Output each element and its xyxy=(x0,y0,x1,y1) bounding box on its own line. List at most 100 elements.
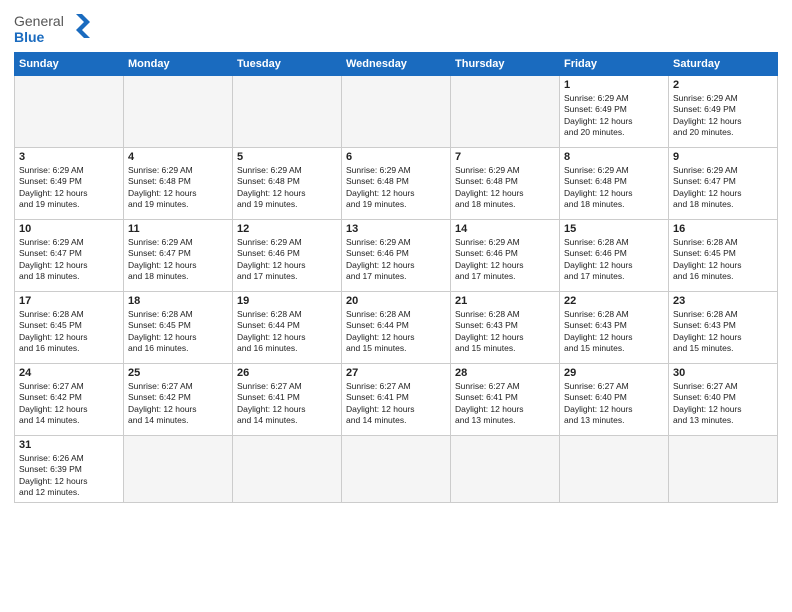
day-number: 10 xyxy=(19,223,119,235)
day-number: 3 xyxy=(19,151,119,163)
day-cell: 12Sunrise: 6:29 AM Sunset: 6:46 PM Dayli… xyxy=(233,220,342,292)
day-cell xyxy=(15,76,124,148)
day-number: 23 xyxy=(673,295,773,307)
day-number: 15 xyxy=(564,223,664,235)
day-number: 25 xyxy=(128,367,228,379)
calendar-table: SundayMondayTuesdayWednesdayThursdayFrid… xyxy=(14,52,778,503)
day-info: Sunrise: 6:27 AM Sunset: 6:42 PM Dayligh… xyxy=(19,381,119,427)
day-number: 7 xyxy=(455,151,555,163)
col-header-saturday: Saturday xyxy=(669,53,778,76)
day-info: Sunrise: 6:28 AM Sunset: 6:46 PM Dayligh… xyxy=(564,237,664,283)
day-number: 11 xyxy=(128,223,228,235)
day-cell: 14 Sunrise: 6:29 AM Sunset: 6:46 PM Dayli… xyxy=(451,220,560,292)
col-header-wednesday: Wednesday xyxy=(342,53,451,76)
day-number: 28 xyxy=(455,367,555,379)
day-info: Sunrise: 6:27 AM Sunset: 6:41 PM Dayligh… xyxy=(237,381,337,427)
day-info: Sunrise: 6:29 AM Sunset: 6:49 PM Dayligh… xyxy=(564,93,664,139)
calendar-body: 1Sunrise: 6:29 AM Sunset: 6:49 PM Daylig… xyxy=(15,76,778,503)
day-info: Sunrise: 6:27 AM Sunset: 6:40 PM Dayligh… xyxy=(673,381,773,427)
day-info: Sunrise: 6:29 AM Sunset: 6:46 PM Dayligh… xyxy=(455,237,555,283)
day-cell: 3 Sunrise: 6:29 AM Sunset: 6:49 PM Daylig… xyxy=(15,148,124,220)
day-cell: 16 Sunrise: 6:28 AM Sunset: 6:45 PM Dayli… xyxy=(669,220,778,292)
day-info: Sunrise: 6:26 AM Sunset: 6:39 PM Dayligh… xyxy=(19,453,119,499)
day-info: Sunrise: 6:29 AM Sunset: 6:46 PM Dayligh… xyxy=(346,237,446,283)
svg-text:Blue: Blue xyxy=(14,29,45,45)
day-cell xyxy=(342,436,451,503)
day-cell: 2Sunrise: 6:29 AM Sunset: 6:49 PM Daylig… xyxy=(669,76,778,148)
day-cell: 1Sunrise: 6:29 AM Sunset: 6:49 PM Daylig… xyxy=(560,76,669,148)
day-info: Sunrise: 6:27 AM Sunset: 6:40 PM Dayligh… xyxy=(564,381,664,427)
header: General Blue xyxy=(14,10,778,46)
day-cell: 22Sunrise: 6:28 AM Sunset: 6:43 PM Dayli… xyxy=(560,292,669,364)
day-cell: 31 Sunrise: 6:26 AM Sunset: 6:39 PM Dayli… xyxy=(15,436,124,503)
day-number: 31 xyxy=(19,439,119,451)
day-cell xyxy=(451,76,560,148)
day-cell: 25Sunrise: 6:27 AM Sunset: 6:42 PM Dayli… xyxy=(124,364,233,436)
day-cell: 7Sunrise: 6:29 AM Sunset: 6:48 PM Daylig… xyxy=(451,148,560,220)
day-number: 12 xyxy=(237,223,337,235)
day-cell xyxy=(342,76,451,148)
day-info: Sunrise: 6:29 AM Sunset: 6:48 PM Dayligh… xyxy=(564,165,664,211)
generalblue-logo-icon: General Blue xyxy=(14,10,94,46)
day-cell: 5Sunrise: 6:29 AM Sunset: 6:48 PM Daylig… xyxy=(233,148,342,220)
day-info: Sunrise: 6:28 AM Sunset: 6:44 PM Dayligh… xyxy=(346,309,446,355)
day-cell: 9 Sunrise: 6:29 AM Sunset: 6:47 PM Daylig… xyxy=(669,148,778,220)
day-info: Sunrise: 6:29 AM Sunset: 6:49 PM Dayligh… xyxy=(19,165,119,211)
week-row-6: 31 Sunrise: 6:26 AM Sunset: 6:39 PM Dayli… xyxy=(15,436,778,503)
day-cell xyxy=(560,436,669,503)
day-cell: 17 Sunrise: 6:28 AM Sunset: 6:45 PM Dayli… xyxy=(15,292,124,364)
day-number: 14 xyxy=(455,223,555,235)
day-number: 9 xyxy=(673,151,773,163)
day-cell xyxy=(124,76,233,148)
day-cell: 20 Sunrise: 6:28 AM Sunset: 6:44 PM Dayli… xyxy=(342,292,451,364)
day-number: 16 xyxy=(673,223,773,235)
day-info: Sunrise: 6:28 AM Sunset: 6:43 PM Dayligh… xyxy=(673,309,773,355)
day-cell: 23 Sunrise: 6:28 AM Sunset: 6:43 PM Dayli… xyxy=(669,292,778,364)
day-cell xyxy=(669,436,778,503)
day-cell: 19Sunrise: 6:28 AM Sunset: 6:44 PM Dayli… xyxy=(233,292,342,364)
day-number: 17 xyxy=(19,295,119,307)
day-cell: 27Sunrise: 6:27 AM Sunset: 6:41 PM Dayli… xyxy=(342,364,451,436)
week-row-4: 17 Sunrise: 6:28 AM Sunset: 6:45 PM Dayli… xyxy=(15,292,778,364)
day-info: Sunrise: 6:28 AM Sunset: 6:45 PM Dayligh… xyxy=(673,237,773,283)
day-cell: 8 Sunrise: 6:29 AM Sunset: 6:48 PM Daylig… xyxy=(560,148,669,220)
day-cell: 28 Sunrise: 6:27 AM Sunset: 6:41 PM Dayli… xyxy=(451,364,560,436)
day-cell: 26 Sunrise: 6:27 AM Sunset: 6:41 PM Dayli… xyxy=(233,364,342,436)
day-number: 8 xyxy=(564,151,664,163)
day-info: Sunrise: 6:29 AM Sunset: 6:47 PM Dayligh… xyxy=(19,237,119,283)
day-cell xyxy=(451,436,560,503)
day-cell: 11Sunrise: 6:29 AM Sunset: 6:47 PM Dayli… xyxy=(124,220,233,292)
day-number: 24 xyxy=(19,367,119,379)
day-cell xyxy=(233,436,342,503)
day-number: 6 xyxy=(346,151,446,163)
day-info: Sunrise: 6:28 AM Sunset: 6:45 PM Dayligh… xyxy=(19,309,119,355)
week-row-2: 3 Sunrise: 6:29 AM Sunset: 6:49 PM Daylig… xyxy=(15,148,778,220)
day-cell: 15 Sunrise: 6:28 AM Sunset: 6:46 PM Dayli… xyxy=(560,220,669,292)
day-number: 26 xyxy=(237,367,337,379)
week-row-1: 1Sunrise: 6:29 AM Sunset: 6:49 PM Daylig… xyxy=(15,76,778,148)
page: General Blue SundayMondayTuesdayWednesda… xyxy=(0,0,792,612)
week-row-5: 24 Sunrise: 6:27 AM Sunset: 6:42 PM Dayli… xyxy=(15,364,778,436)
day-number: 18 xyxy=(128,295,228,307)
day-number: 4 xyxy=(128,151,228,163)
day-number: 22 xyxy=(564,295,664,307)
day-cell: 4 Sunrise: 6:29 AM Sunset: 6:48 PM Daylig… xyxy=(124,148,233,220)
day-number: 27 xyxy=(346,367,446,379)
day-number: 13 xyxy=(346,223,446,235)
col-header-thursday: Thursday xyxy=(451,53,560,76)
day-info: Sunrise: 6:29 AM Sunset: 6:47 PM Dayligh… xyxy=(673,165,773,211)
day-cell: 21Sunrise: 6:28 AM Sunset: 6:43 PM Dayli… xyxy=(451,292,560,364)
day-info: Sunrise: 6:27 AM Sunset: 6:41 PM Dayligh… xyxy=(455,381,555,427)
day-info: Sunrise: 6:29 AM Sunset: 6:49 PM Dayligh… xyxy=(673,93,773,139)
header-row: SundayMondayTuesdayWednesdayThursdayFrid… xyxy=(15,53,778,76)
day-cell: 18Sunrise: 6:28 AM Sunset: 6:45 PM Dayli… xyxy=(124,292,233,364)
day-number: 29 xyxy=(564,367,664,379)
calendar-header: SundayMondayTuesdayWednesdayThursdayFrid… xyxy=(15,53,778,76)
day-cell: 10 Sunrise: 6:29 AM Sunset: 6:47 PM Dayli… xyxy=(15,220,124,292)
day-info: Sunrise: 6:29 AM Sunset: 6:48 PM Dayligh… xyxy=(128,165,228,211)
day-number: 19 xyxy=(237,295,337,307)
day-cell: 24 Sunrise: 6:27 AM Sunset: 6:42 PM Dayli… xyxy=(15,364,124,436)
day-cell: 30Sunrise: 6:27 AM Sunset: 6:40 PM Dayli… xyxy=(669,364,778,436)
day-number: 20 xyxy=(346,295,446,307)
week-row-3: 10 Sunrise: 6:29 AM Sunset: 6:47 PM Dayli… xyxy=(15,220,778,292)
